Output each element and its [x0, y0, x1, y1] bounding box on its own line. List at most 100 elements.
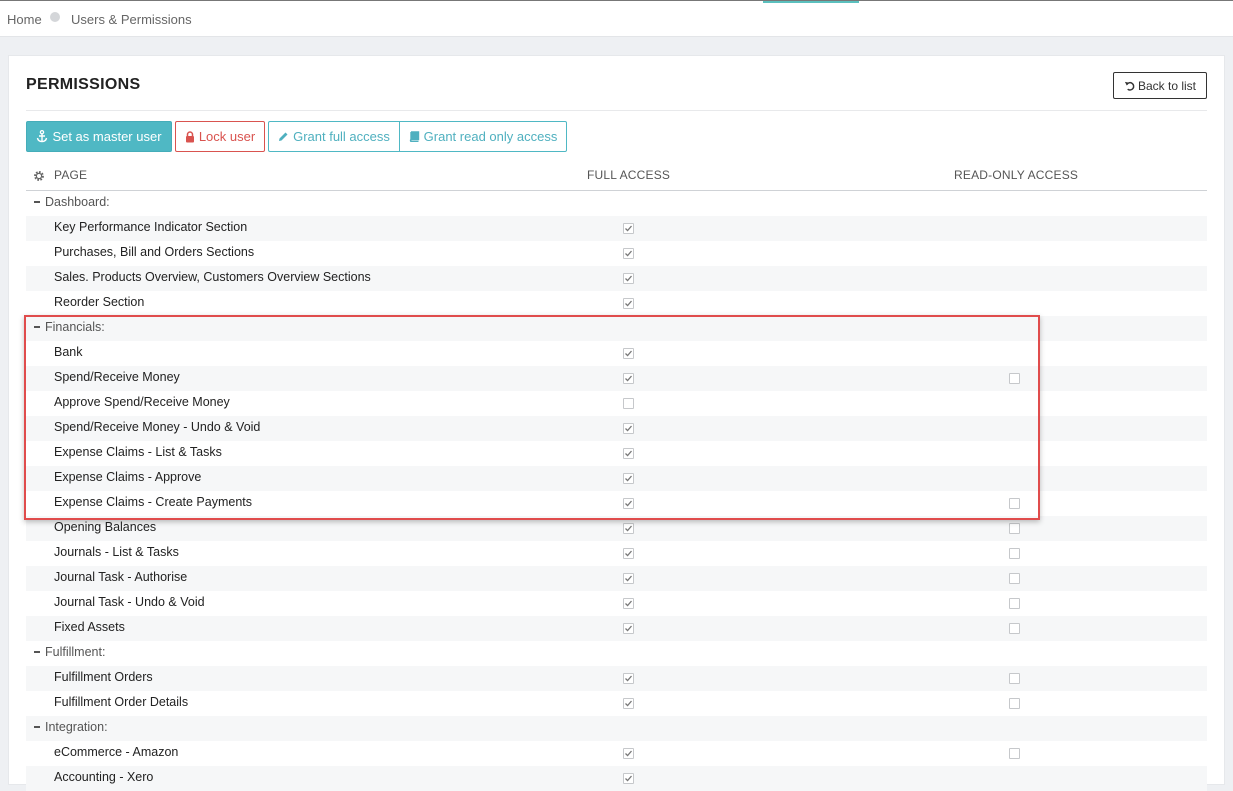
table-row: eCommerce - Amazon [26, 741, 1207, 766]
page-label: Expense Claims - Create Payments [54, 495, 252, 509]
checkmark-icon [625, 450, 632, 457]
checkmark-icon [625, 350, 632, 357]
table-row: Journal Task - Undo & Void [26, 591, 1207, 616]
read-only-checkbox[interactable] [1009, 548, 1020, 559]
full-access-checkbox[interactable] [623, 548, 634, 559]
column-header-read-only-access: READ-ONLY ACCESS [954, 168, 1079, 182]
table-row: Reorder Section [26, 291, 1207, 316]
page-label: Approve Spend/Receive Money [54, 395, 230, 409]
group-row: Financials: [26, 316, 1207, 341]
read-only-checkbox[interactable] [1009, 673, 1020, 684]
table-row: Fulfillment Order Details [26, 691, 1207, 716]
page-label: eCommerce - Amazon [54, 745, 179, 759]
full-access-checkbox[interactable] [623, 698, 634, 709]
checkmark-icon [625, 375, 632, 382]
checkmark-icon [625, 700, 632, 707]
active-indicator [763, 1, 859, 3]
full-access-checkbox[interactable] [623, 348, 634, 359]
pencil-icon [279, 132, 288, 141]
group-toggle[interactable]: Financials: [34, 320, 105, 334]
full-access-checkbox[interactable] [623, 423, 634, 434]
gear-icon[interactable] [33, 170, 45, 182]
full-access-checkbox[interactable] [623, 498, 634, 509]
full-access-checkbox[interactable] [623, 523, 634, 534]
page-label: Opening Balances [54, 520, 157, 534]
checkmark-icon [625, 600, 632, 607]
column-header-page: PAGE [54, 168, 88, 182]
full-access-checkbox[interactable] [623, 448, 634, 459]
page-label: Expense Claims - List & Tasks [54, 445, 222, 459]
table-row: Fulfillment Orders [26, 666, 1207, 691]
table-row: Spend/Receive Money [26, 366, 1207, 391]
full-access-checkbox[interactable] [623, 373, 634, 384]
table-row: Sales. Products Overview, Customers Over… [26, 266, 1207, 291]
top-bar: Home Users & Permissions [0, 0, 1233, 37]
grant-read-only-access-label: Grant read only access [423, 129, 558, 144]
table-row: Journal Task - Authorise [26, 566, 1207, 591]
full-access-checkbox[interactable] [623, 573, 634, 584]
checkmark-icon [625, 250, 632, 257]
checkmark-icon [625, 625, 632, 632]
full-access-checkbox[interactable] [623, 398, 634, 409]
table-row: Purchases, Bill and Orders Sections [26, 241, 1207, 266]
table-row: Spend/Receive Money - Undo & Void [26, 416, 1207, 441]
undo-icon [1124, 81, 1135, 91]
full-access-checkbox[interactable] [623, 598, 634, 609]
full-access-checkbox[interactable] [623, 248, 634, 259]
set-master-user-button[interactable]: Set as master user [26, 121, 172, 152]
group-toggle[interactable]: Dashboard: [34, 195, 110, 209]
page-title: PERMISSIONS [26, 76, 141, 93]
page-label: Spend/Receive Money [54, 370, 180, 384]
back-to-list-label: Back to list [1137, 78, 1197, 93]
full-access-checkbox[interactable] [623, 748, 634, 759]
full-access-checkbox[interactable] [623, 623, 634, 634]
full-access-checkbox[interactable] [623, 273, 634, 284]
page-label: Journal Task - Undo & Void [54, 595, 205, 609]
full-access-checkbox[interactable] [623, 473, 634, 484]
group-row: Fulfillment: [26, 641, 1207, 666]
full-access-checkbox[interactable] [623, 298, 634, 309]
full-access-checkbox[interactable] [623, 673, 634, 684]
full-access-checkbox[interactable] [623, 223, 634, 234]
group-toggle[interactable]: Integration: [34, 720, 108, 734]
read-only-checkbox[interactable] [1009, 373, 1020, 384]
grant-full-access-button[interactable]: Grant full access [268, 121, 400, 152]
breadcrumb-home[interactable]: Home [7, 12, 42, 27]
checkmark-icon [625, 425, 632, 432]
read-only-checkbox[interactable] [1009, 498, 1020, 509]
column-header-full-access: FULL ACCESS [587, 168, 671, 182]
read-only-checkbox[interactable] [1009, 698, 1020, 709]
group-row: Integration: [26, 716, 1207, 741]
read-only-checkbox[interactable] [1009, 748, 1020, 759]
table-row: Approve Spend/Receive Money [26, 391, 1207, 416]
grant-read-only-access-button[interactable]: Grant read only access [399, 121, 567, 152]
read-only-checkbox[interactable] [1009, 598, 1020, 609]
checkmark-icon [625, 550, 632, 557]
permissions-table-body: Dashboard: Key Performance Indicator Sect… [26, 191, 1207, 791]
read-only-checkbox[interactable] [1009, 623, 1020, 634]
read-only-checkbox[interactable] [1009, 523, 1020, 534]
collapse-icon [34, 650, 40, 653]
page-label: Fulfillment Order Details [54, 695, 189, 709]
group-label: Integration: [45, 720, 108, 734]
read-only-checkbox[interactable] [1009, 573, 1020, 584]
group-label: Fulfillment: [45, 645, 106, 659]
page-label: Reorder Section [54, 295, 145, 309]
group-label: Dashboard: [45, 195, 110, 209]
back-to-list-button[interactable]: Back to list [1113, 72, 1207, 99]
grant-full-access-label: Grant full access [293, 129, 390, 144]
table-row: Opening Balances [26, 516, 1207, 541]
checkmark-icon [625, 525, 632, 532]
checkmark-icon [625, 225, 632, 232]
checkmark-icon [625, 675, 632, 682]
lock-user-button[interactable]: Lock user [175, 121, 265, 152]
table-row: Key Performance Indicator Section [26, 216, 1207, 241]
table-header: PAGE FULL ACCESS READ-ONLY ACCESS [26, 165, 1207, 191]
checkmark-icon [625, 300, 632, 307]
checkmark-icon [625, 750, 632, 757]
page-label: Sales. Products Overview, Customers Over… [54, 270, 371, 284]
set-master-user-label: Set as master user [52, 129, 162, 144]
table-row: Journals - List & Tasks [26, 541, 1207, 566]
group-toggle[interactable]: Fulfillment: [34, 645, 105, 659]
page-label: Accounting - Xero [54, 770, 154, 784]
